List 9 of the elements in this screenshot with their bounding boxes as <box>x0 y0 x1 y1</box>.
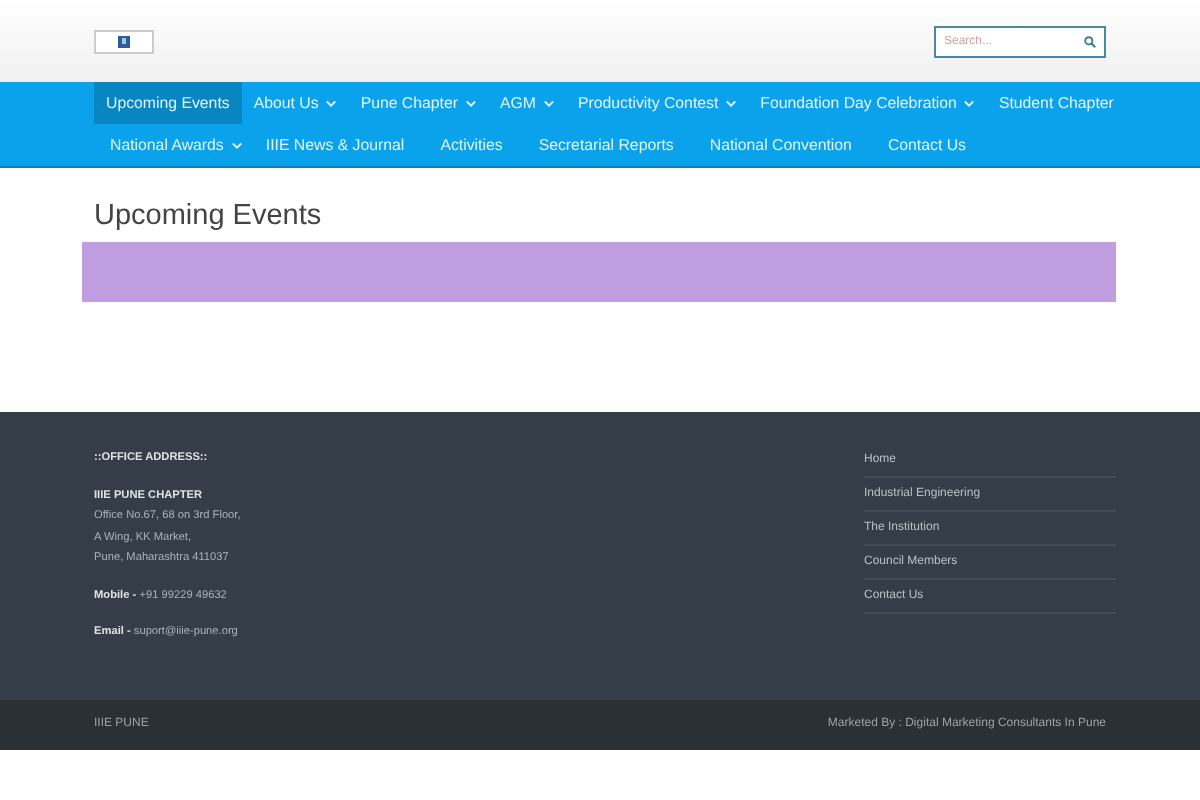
chevron-down-icon <box>544 99 554 107</box>
logo-image[interactable] <box>94 29 154 53</box>
chevron-down-icon <box>231 141 242 149</box>
chevron-down-icon <box>964 99 975 107</box>
chevron-down-icon <box>326 99 337 107</box>
search-icon[interactable] <box>1084 35 1096 47</box>
page-title: Upcoming Events <box>94 198 324 236</box>
chevron-down-icon <box>466 99 477 107</box>
chevron-down-icon <box>726 99 737 107</box>
